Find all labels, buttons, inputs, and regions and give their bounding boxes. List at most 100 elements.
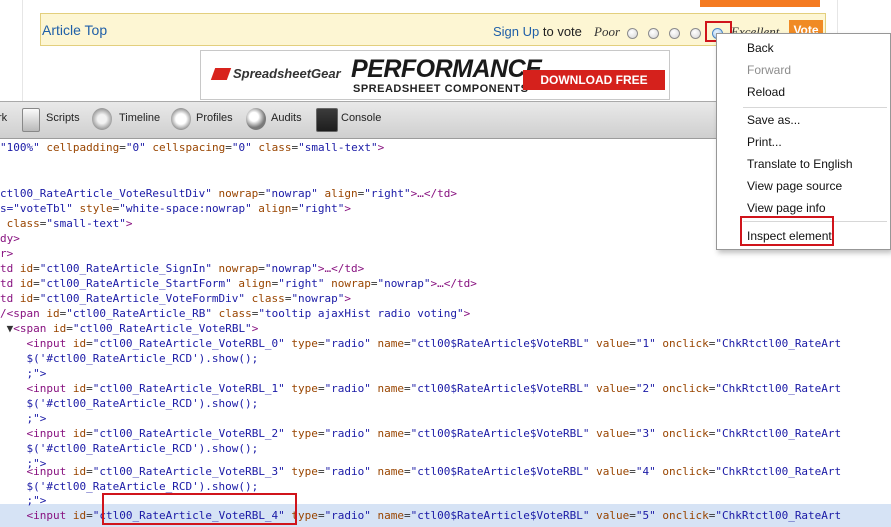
sign-up-text: Sign Up to vote (493, 24, 582, 39)
dom-line[interactable]: s="voteTbl" style="white-space:nowrap" a… (0, 201, 351, 216)
menu-item-save-as[interactable]: Save as... (747, 113, 800, 127)
dom-line[interactable]: $('#ctl00_RateArticle_RCD').show(); (0, 351, 259, 366)
code-text: dy> (0, 232, 20, 245)
dom-line[interactable]: $('#ctl00_RateArticle_RCD').show(); (0, 479, 259, 494)
code-text: "nowrap" (377, 277, 431, 290)
tab-timeline[interactable]: Timeline (119, 112, 160, 124)
menu-item-translate[interactable]: Translate to English (747, 157, 853, 171)
code-text: = (86, 382, 93, 395)
rating-radio-2[interactable] (648, 28, 659, 39)
rating-radio-3[interactable] (669, 28, 680, 39)
code-text: = (317, 382, 325, 395)
tab-profiles[interactable]: Profiles (196, 112, 233, 124)
code-text: class (245, 292, 285, 305)
dom-line[interactable]: ;"> (0, 493, 47, 508)
code-text: name (370, 382, 405, 395)
code-text: "ctl00_RateArticle_StartForm" (39, 277, 232, 290)
code-text: "ChkRtctl00_RateArt (715, 337, 842, 350)
dom-line[interactable]: $('#ctl00_RateArticle_RCD').show(); (0, 441, 259, 456)
code-text: cellspacing (145, 141, 226, 154)
code-text: td (0, 262, 14, 275)
code-text: id (46, 322, 67, 335)
dom-line[interactable]: <input id="ctl00_RateArticle_VoteRBL_3" … (0, 464, 842, 479)
code-text: name (370, 509, 405, 522)
code-text: ;"> (26, 494, 47, 507)
rating-radio-1[interactable] (627, 28, 638, 39)
code-text: type (284, 465, 318, 478)
code-text: td (0, 277, 14, 290)
code-text: = (404, 465, 411, 478)
tab-audits[interactable]: Audits (271, 112, 302, 124)
code-text: > (125, 217, 133, 230)
code-text: = (370, 277, 378, 290)
dom-line[interactable]: ctl00_RateArticle_VoteResultDiv" nowrap=… (0, 186, 457, 201)
menu-item-reload[interactable]: Reload (747, 85, 785, 99)
ad-banner[interactable]: SpreadsheetGear PERFORMANCE SPREADSHEET … (200, 50, 670, 100)
dom-line[interactable]: /<span id="ctl00_RateArticle_RB" class="… (0, 306, 470, 321)
code-text: "0" (125, 141, 146, 154)
code-text: "ChkRtctl00_RateArt (715, 509, 842, 522)
code-text: = (629, 337, 636, 350)
dom-line[interactable]: ▼<span id="ctl00_RateArticle_VoteRBL"> (0, 321, 259, 336)
code-text: onclick (655, 509, 709, 522)
article-top-link[interactable]: Article Top (42, 22, 107, 38)
rating-radio-4[interactable] (690, 28, 701, 39)
code-text: $('#ctl00_RateArticle_RCD').show(); (26, 480, 259, 493)
code-text: type (284, 382, 318, 395)
spreadsheetgear-logo-icon (210, 68, 232, 80)
code-text: id (66, 465, 87, 478)
dom-line[interactable]: dy> (0, 231, 20, 246)
code-text: ctl00_RateArticle_VoteResultDiv" (0, 187, 212, 200)
tab-scripts[interactable]: Scripts (46, 112, 80, 124)
download-trial-button[interactable]: DOWNLOAD FREE TRIAL (523, 70, 665, 99)
code-text: = (629, 509, 636, 522)
code-text: id (66, 427, 87, 440)
code-text: "2" (635, 382, 656, 395)
menu-item-back[interactable]: Back (747, 41, 774, 55)
menu-item-view-page-info[interactable]: View page info (747, 201, 826, 215)
code-text: = (404, 427, 411, 440)
dom-line[interactable]: <input id="ctl00_RateArticle_VoteRBL_0" … (0, 336, 842, 351)
code-text: "100%" (0, 141, 40, 154)
code-text: value (589, 465, 630, 478)
dom-line[interactable]: td id="ctl00_RateArticle_VoteFormDiv" cl… (0, 291, 351, 306)
code-text: "small-text" (298, 141, 378, 154)
highlight-box-selected-id (102, 493, 297, 525)
dom-line[interactable]: ;"> (0, 411, 47, 426)
code-text: "5" (635, 509, 656, 522)
code-text: "ctl00_RateArticle_VoteRBL_0" (92, 337, 285, 350)
code-text: "ctl00$RateArticle$VoteRBL" (410, 382, 590, 395)
code-text: "tooltip ajaxHist radio voting" (258, 307, 464, 320)
code-text: "radio" (324, 509, 371, 522)
dom-line[interactable]: class="small-text"> (0, 216, 133, 231)
code-text: <input (26, 382, 67, 395)
dom-line[interactable]: <input id="ctl00_RateArticle_VoteRBL_1" … (0, 381, 842, 396)
sign-up-link[interactable]: Sign Up (493, 24, 539, 39)
dom-line[interactable]: td id = "ctl00_RateArticle_StartForm" alig… (0, 276, 477, 291)
menu-separator (743, 107, 887, 108)
dom-line[interactable]: ;"> (0, 366, 47, 381)
menu-item-view-source[interactable]: View page source (747, 179, 842, 193)
poor-label: Poor (594, 24, 620, 39)
menu-item-print[interactable]: Print... (747, 135, 782, 149)
dom-line[interactable]: td id="ctl00_RateArticle_SignIn" nowrap=… (0, 261, 364, 276)
dom-line[interactable]: $('#ctl00_RateArticle_RCD').show(); (0, 396, 259, 411)
dom-line[interactable]: <input id="ctl00_RateArticle_VoteRBL_2" … (0, 426, 842, 441)
code-text: = (119, 141, 126, 154)
code-text: id (13, 277, 34, 290)
tab-console[interactable]: Console (341, 112, 381, 124)
code-text: <span (13, 322, 47, 335)
dom-line[interactable]: "100%" cellpadding="0" cellspacing="0" c… (0, 140, 384, 155)
code-text: align (231, 277, 272, 290)
code-text: class (0, 217, 40, 230)
tab-network[interactable]: rk (0, 112, 7, 124)
code-text: = (629, 382, 636, 395)
code-text: nowrap (324, 277, 371, 290)
code-text: class (251, 141, 292, 154)
ad-brand: SpreadsheetGear (233, 66, 341, 81)
code-text: = (317, 427, 325, 440)
dom-line[interactable]: r> (0, 246, 13, 261)
code-text: > (344, 202, 352, 215)
